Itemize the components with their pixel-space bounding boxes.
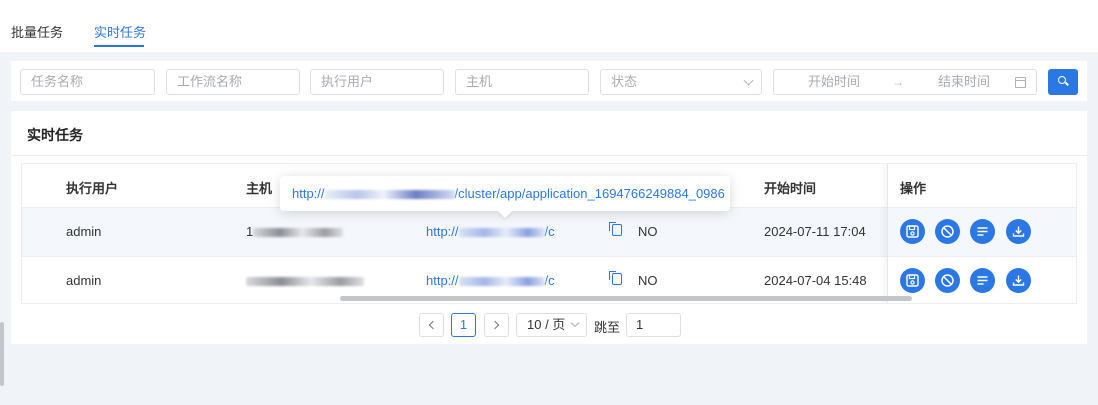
cell-user: admin [66,224,102,239]
download-button[interactable] [1006,268,1031,293]
log-lines-icon [977,276,988,285]
host-input[interactable]: 主机 [455,69,589,95]
jump-page-input[interactable]: 1 [626,313,681,337]
cell-user: admin [66,273,102,288]
download-icon [1012,226,1025,237]
save-button[interactable] [900,219,925,244]
column-header-host: 主机 [246,181,273,196]
redacted-link [458,277,545,287]
link-suffix: /c [544,224,555,239]
stop-button[interactable] [935,268,960,293]
link-tooltip: http:// /cluster/app/application_16947662… [280,176,730,219]
copy-icon[interactable] [609,222,622,236]
ops-column-fixed: 操作 [887,164,1076,303]
tab-realtime-tasks[interactable]: 实时任务 [94,22,146,41]
column-header-start-time: 开始时间 [764,181,817,196]
stop-button[interactable] [935,219,960,244]
chevron-down-icon [570,318,580,328]
column-header-ops: 操作 [900,181,927,196]
cell-app-link[interactable]: http:// /c [426,273,586,288]
jump-label: 跳至 [594,320,621,335]
cell-host [246,273,364,288]
page-scrollbar[interactable] [0,322,4,386]
link-prefix: http:// [426,224,459,239]
table-horizontal-scrollbar[interactable] [340,296,912,301]
ban-icon [941,225,954,238]
redacted-tooltip-host [324,190,455,200]
date-range-picker[interactable]: 开始时间 → 结束时间 [773,69,1037,95]
cell-app-link[interactable]: http:// /c [426,224,586,239]
column-header-user: 执行用户 [66,181,119,196]
start-time-input[interactable]: 开始时间 [808,70,860,94]
ops-row [888,207,1076,256]
redacted-host [246,277,364,287]
cell-start-time: 2024-07-11 17:04 [764,224,866,239]
save-icon [906,225,919,238]
redacted-link [458,228,545,238]
save-icon [906,274,919,287]
tooltip-suffix: /cluster/app/application_1694766249884_0… [454,186,725,201]
status-select-placeholder: 状态 [611,74,638,89]
tab-bar: 批量任务 实时任务 [0,0,1098,52]
active-tab-indicator [94,45,144,47]
tooltip-prefix: http:// [292,186,325,201]
cell-flag: NO [638,273,658,288]
exec-user-input[interactable]: 执行用户 [310,69,444,95]
chevron-left-icon [428,320,438,330]
redacted-host [253,228,344,238]
prev-page-button[interactable] [419,313,444,337]
workflow-name-input[interactable]: 工作流名称 [166,69,300,95]
task-name-input[interactable]: 任务名称 [20,69,155,95]
page-size-select[interactable]: 10 / 页 [516,313,587,337]
cell-host: 1 [246,224,344,239]
arrow-right-icon: → [892,75,904,89]
search-icon-handle [1065,81,1069,86]
download-button[interactable] [1006,219,1031,244]
cell-flag: NO [638,224,658,239]
cell-start-time: 2024-07-04 15:48 [764,273,867,288]
card-divider [11,155,1087,156]
tab-batch-tasks[interactable]: 批量任务 [11,22,63,41]
ban-icon [941,274,954,287]
card-title: 实时任务 [27,127,83,143]
copy-icon[interactable] [609,271,622,285]
next-page-button[interactable] [484,313,509,337]
page-size-value: 10 / 页 [527,317,566,332]
ops-row [888,256,1076,303]
save-button[interactable] [900,268,925,293]
download-icon [1012,275,1025,286]
log-button[interactable] [970,268,995,293]
chevron-down-icon [743,75,754,86]
link-suffix: /c [544,273,555,288]
log-button[interactable] [970,219,995,244]
ops-header-bg: 操作 [888,164,1076,207]
status-select[interactable]: 状态 [600,69,762,95]
host-prefix: 1 [246,224,254,239]
realtime-task-card: 实时任务 执行用户 主机 开始时间 admin 1 http:// /c NO 2… [11,111,1087,344]
page-number-current[interactable]: 1 [451,313,476,337]
calendar-icon [1015,77,1026,88]
link-prefix: http:// [426,273,459,288]
log-lines-icon [977,227,988,236]
chevron-right-icon [490,320,500,330]
search-button[interactable] [1048,69,1078,95]
filter-bar: 任务名称 工作流名称 执行用户 主机 状态 开始时间 → 结束时间 [11,61,1087,101]
end-time-input[interactable]: 结束时间 [938,70,990,94]
